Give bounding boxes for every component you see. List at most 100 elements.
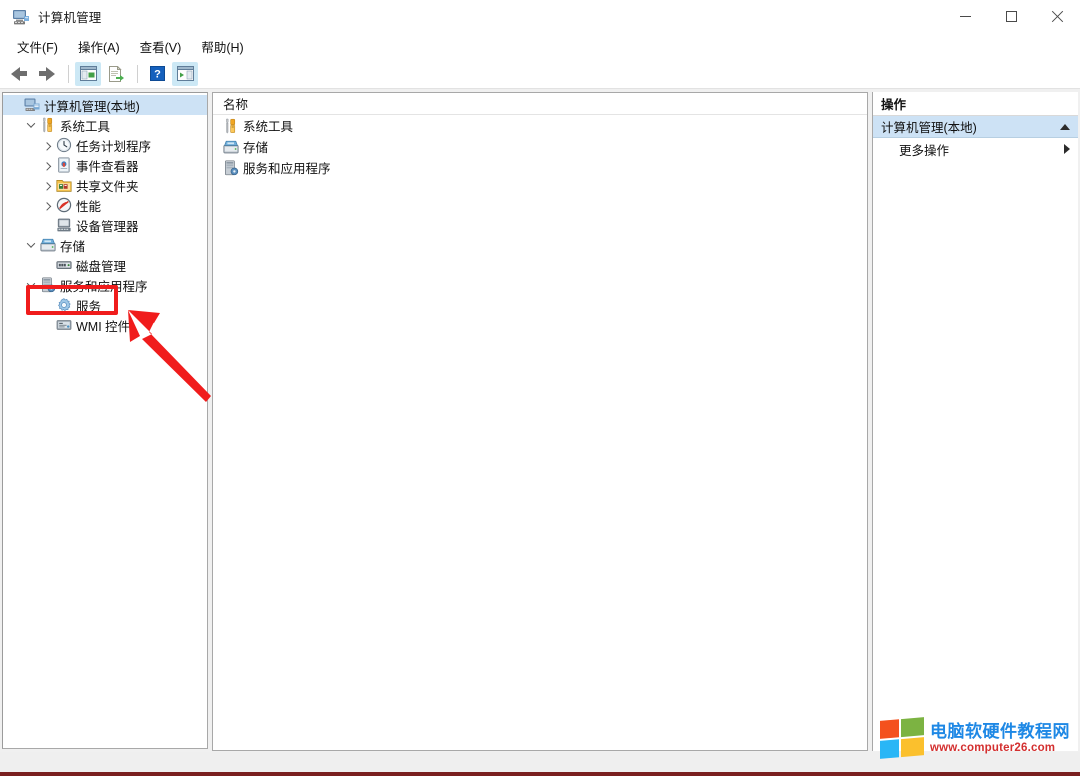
list-item-1[interactable]: 存储 <box>213 136 867 157</box>
tree-item-2[interactable]: 任务计划程序 <box>3 135 207 155</box>
triangle-up-icon[interactable] <box>1060 123 1070 130</box>
tree-item-label: 系统工具 <box>60 119 111 134</box>
actions-pane-title: 操作 <box>873 92 1078 116</box>
chevron-down-icon[interactable] <box>23 275 39 295</box>
tree-expander-placeholder <box>39 295 55 315</box>
tree-item-0[interactable]: 计算机管理(本地) <box>3 95 207 115</box>
wmi-control-icon <box>56 320 72 330</box>
windows-logo-quadrant-4 <box>901 737 924 758</box>
list-item-2[interactable]: 服务和应用程序 <box>213 157 867 178</box>
tree-item-5[interactable]: 性能 <box>3 195 207 215</box>
watermark-texts: 电脑软硬件教程网 www.computer26.com <box>930 722 1070 756</box>
export-list-button[interactable] <box>103 62 129 86</box>
chevron-down-icon[interactable] <box>23 115 39 135</box>
chevron-right-icon[interactable] <box>39 135 55 155</box>
list-column-header[interactable]: 名称 <box>213 93 867 115</box>
tree-item-label: 存储 <box>60 239 86 254</box>
storage-icon <box>40 238 56 252</box>
device-manager-icon <box>56 217 72 233</box>
forward-button[interactable] <box>34 62 60 86</box>
tree-item-4[interactable]: 共享文件夹 <box>3 175 207 195</box>
watermark: 电脑软硬件教程网 www.computer26.com <box>880 714 1076 764</box>
actions-group-label: 计算机管理(本地) <box>881 121 977 135</box>
chevron-right-icon[interactable] <box>39 195 55 215</box>
list-item-label: 存储 <box>243 141 269 155</box>
watermark-site-name: 电脑软硬件教程网 <box>930 722 1070 741</box>
actions-group-computer-management[interactable]: 计算机管理(本地) <box>873 116 1078 138</box>
tree-item-1[interactable]: 系统工具 <box>3 115 207 135</box>
computer-management-icon <box>24 97 40 113</box>
close-button[interactable] <box>1034 0 1080 33</box>
chevron-right-icon[interactable] <box>39 175 55 195</box>
show-action-pane-button[interactable] <box>172 61 198 86</box>
tree-item-6[interactable]: 设备管理器 <box>3 215 207 235</box>
services-gear-icon <box>58 298 71 312</box>
tree-item-8[interactable]: 磁盘管理 <box>3 255 207 275</box>
shared-folders-icon <box>56 177 72 193</box>
tree-item-label: 设备管理器 <box>76 219 139 234</box>
triangle-right-icon <box>1064 144 1070 154</box>
watermark-url: www.computer26.com <box>930 742 1056 754</box>
storage-icon <box>223 140 239 153</box>
show-hide-console-tree-button[interactable] <box>75 61 101 86</box>
computer-management-icon <box>24 98 40 111</box>
menu-help[interactable]: 帮助(H) <box>192 34 252 59</box>
menu-view[interactable]: 查看(V) <box>131 34 191 59</box>
toolbar-separator-2 <box>137 64 138 83</box>
chevron-right-icon[interactable] <box>39 155 55 175</box>
svg-text:?: ? <box>154 69 161 81</box>
disk-management-icon <box>56 257 72 273</box>
menu-action[interactable]: 操作(A) <box>69 34 129 59</box>
tree-item-3[interactable]: 事件查看器 <box>3 155 207 175</box>
back-button[interactable] <box>6 62 32 86</box>
services-gear-icon <box>56 297 72 313</box>
maximize-icon <box>1005 11 1017 22</box>
result-list-pane[interactable]: 名称 系统工具存储服务和应用程序 <box>212 92 868 751</box>
computer-management-window: 计算机管理 文件(F) 操作(A) 查看(V) 帮助(H) ? 计算机管理(本地… <box>0 0 1080 776</box>
console-tree-pane[interactable]: 计算机管理(本地) 系统工具 任务计划程序 事件查看器共享文件夹性能设备管理器存储磁盘… <box>2 92 208 749</box>
tree-expander-placeholder <box>39 315 55 335</box>
task-scheduler-icon <box>56 137 72 153</box>
windows-logo-quadrant-3 <box>880 739 899 759</box>
tree-expander-placeholder <box>39 255 55 275</box>
storage-icon <box>223 139 239 155</box>
performance-icon <box>56 197 72 213</box>
help-button[interactable]: ? <box>144 62 170 86</box>
disk-management-icon <box>56 261 72 269</box>
column-header-name: 名称 <box>223 98 249 112</box>
tree-item-label: 服务和应用程序 <box>60 279 148 294</box>
tree-item-9[interactable]: 服务和应用程序 <box>3 275 207 295</box>
minimize-button[interactable] <box>942 0 988 33</box>
system-tools-icon <box>43 117 53 133</box>
actions-pane: 操作 计算机管理(本地) 更多操作 <box>872 92 1078 751</box>
toolbar-separator-1 <box>68 64 69 83</box>
list-rows: 系统工具存储服务和应用程序 <box>213 115 867 178</box>
list-item-0[interactable]: 系统工具 <box>213 115 867 136</box>
title-bar: 计算机管理 <box>0 0 1080 33</box>
question-mark-icon: ? <box>149 66 165 81</box>
tree-item-label: 性能 <box>76 199 102 214</box>
action-item-more-actions[interactable]: 更多操作 <box>873 138 1078 160</box>
storage-icon <box>40 237 56 253</box>
performance-icon <box>56 197 72 213</box>
arrow-left-icon <box>11 66 27 81</box>
menu-bar: 文件(F) 操作(A) 查看(V) 帮助(H) <box>0 33 1080 59</box>
maximize-button[interactable] <box>988 0 1034 33</box>
services-and-applications-icon <box>223 159 239 176</box>
services-and-applications-icon <box>40 277 56 293</box>
tree-item-11[interactable]: WMI 控件 <box>3 315 207 335</box>
tree-item-label: 磁盘管理 <box>76 259 127 274</box>
tree-item-7[interactable]: 存储 <box>3 235 207 255</box>
tree-item-label: 共享文件夹 <box>76 179 139 194</box>
windows-logo-quadrant-2 <box>901 717 924 738</box>
tree-item-label: 计算机管理(本地) <box>44 99 140 114</box>
tree-item-10[interactable]: 服务 <box>3 295 207 315</box>
services-and-applications-icon <box>42 277 56 293</box>
chevron-down-icon[interactable] <box>23 235 39 255</box>
menu-file[interactable]: 文件(F) <box>8 34 67 59</box>
system-tools-icon <box>40 117 56 133</box>
list-item-label: 服务和应用程序 <box>243 162 331 176</box>
tree-expander-placeholder <box>39 215 55 235</box>
tree-item-label: WMI 控件 <box>76 319 131 334</box>
close-icon <box>1051 11 1063 23</box>
